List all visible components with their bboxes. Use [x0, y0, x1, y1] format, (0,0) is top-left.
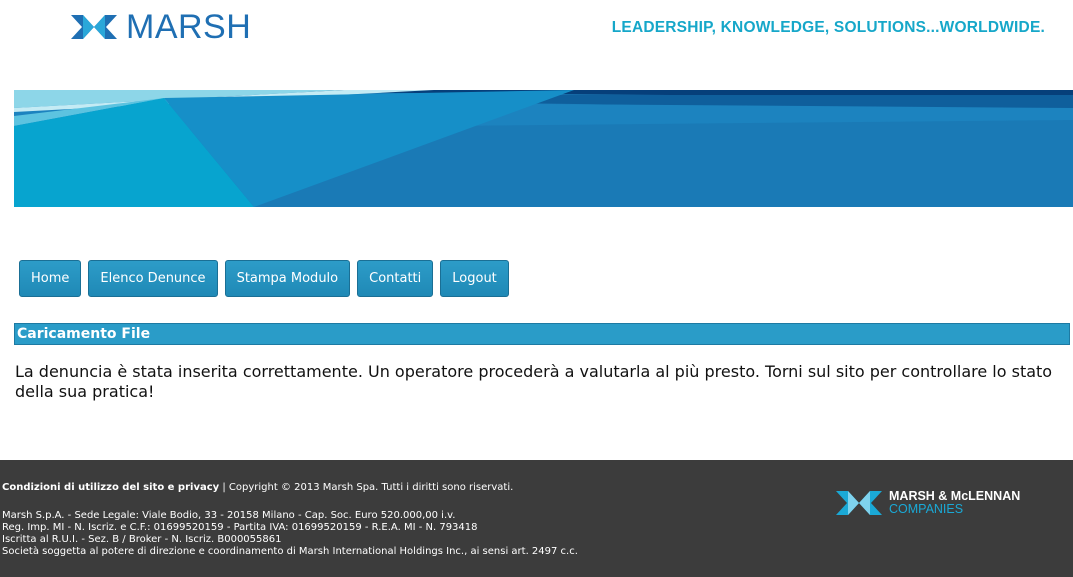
company-info-line: Reg. Imp. MI - N. Iscriz. e C.F.: 016995… — [2, 522, 478, 533]
company-info-line: Iscritta al R.U.I. - Sez. B / Broker - N… — [2, 534, 282, 545]
main-nav: Home Elenco Denunce Stampa Modulo Contat… — [19, 260, 516, 297]
marsh-logo[interactable]: MARSH — [70, 4, 251, 50]
mmc-logo-icon — [836, 491, 882, 515]
nav-home-button[interactable]: Home — [19, 260, 82, 297]
footer: Condizioni di utilizzo del sito e privac… — [0, 460, 1073, 577]
nav-stampa-modulo-button[interactable]: Stampa Modulo — [224, 260, 351, 297]
nav-contatti-button[interactable]: Contatti — [357, 260, 434, 297]
section-title: Caricamento File — [14, 323, 1070, 345]
terms-privacy-link[interactable]: Condizioni di utilizzo del sito e privac… — [2, 482, 219, 493]
nav-logout-button[interactable]: Logout — [440, 260, 509, 297]
mmc-companies: COMPANIES — [889, 502, 964, 516]
tagline: LEADERSHIP, KNOWLEDGE, SOLUTIONS...WORLD… — [611, 19, 1045, 36]
header-banner — [14, 90, 1073, 207]
copyright-text: Copyright © 2013 Marsh Spa. Tutti i diri… — [228, 482, 514, 493]
footer-separator: | — [222, 482, 226, 493]
company-info-line: Società soggetta al potere di direzione … — [2, 546, 578, 557]
footer-top-line: Condizioni di utilizzo del sito e privac… — [2, 482, 513, 493]
marsh-logo-icon — [71, 15, 117, 39]
nav-elenco-denunce-button[interactable]: Elenco Denunce — [88, 260, 218, 297]
mmc-logo: MARSH & McLENNAN COMPANIES — [835, 490, 1020, 516]
logo-text: MARSH — [126, 8, 252, 46]
company-info-line: Marsh S.p.A. - Sede Legale: Viale Bodio,… — [2, 510, 456, 521]
company-info: Marsh S.p.A. - Sede Legale: Viale Bodio,… — [2, 510, 578, 558]
confirmation-message: La denuncia è stata inserita correttamen… — [15, 362, 1053, 401]
